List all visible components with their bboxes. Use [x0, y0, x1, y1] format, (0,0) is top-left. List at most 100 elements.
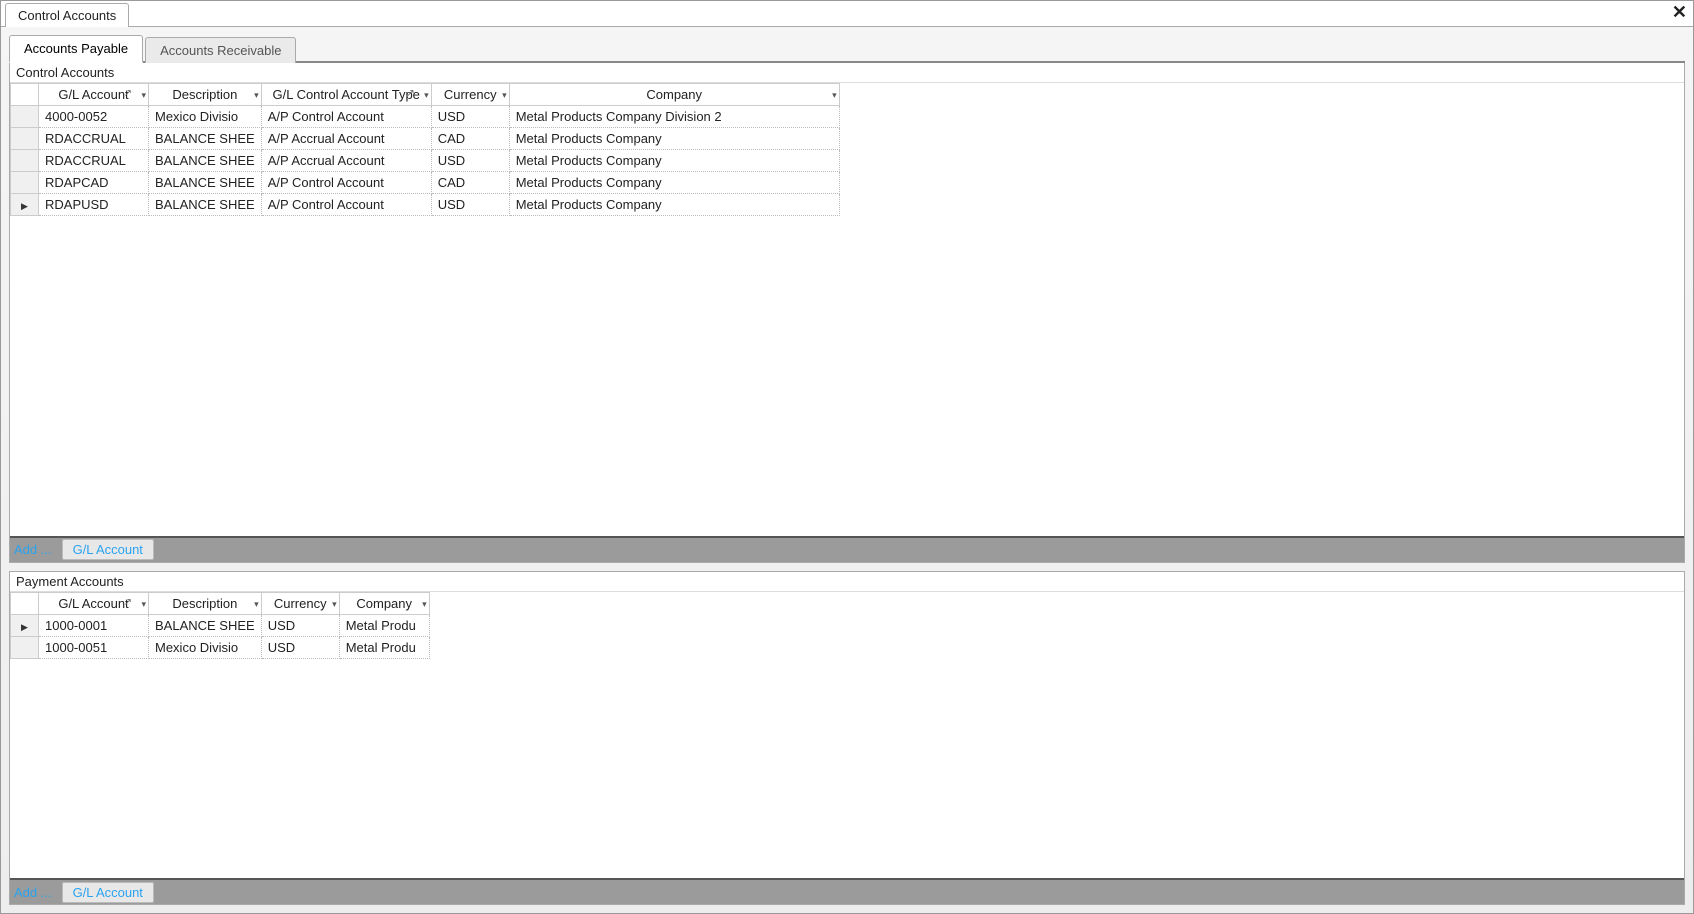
column-header[interactable]: Company ▾ — [509, 84, 839, 106]
table-row[interactable]: RDAPUSDBALANCE SHEEA/P Control AccountUS… — [11, 194, 840, 216]
cell[interactable]: BALANCE SHEE — [149, 194, 262, 216]
row-selector-header — [11, 84, 39, 106]
column-header-label: Description — [172, 596, 237, 611]
cell[interactable]: Metal Produ — [339, 636, 429, 658]
control-accounts-grid-wrap[interactable]: G/L Account↗▾Description▾G/L Control Acc… — [10, 83, 1684, 536]
column-header[interactable]: Currency▾ — [431, 84, 509, 106]
cell[interactable]: 4000-0052 — [39, 106, 149, 128]
cell[interactable]: RDAPCAD — [39, 172, 149, 194]
close-icon[interactable]: ✕ — [1672, 3, 1687, 21]
filter-dropdown-icon[interactable]: ▾ — [832, 90, 837, 101]
sort-indicator-icon: ↗ — [406, 88, 414, 99]
table-row[interactable]: RDAPCADBALANCE SHEEA/P Control AccountCA… — [11, 172, 840, 194]
cell[interactable]: USD — [431, 194, 509, 216]
column-header-label: Company — [356, 596, 412, 611]
tab-accounts-receivable[interactable]: Accounts Receivable — [145, 37, 296, 63]
filter-dropdown-icon[interactable]: ▾ — [332, 599, 337, 610]
column-header-label: Description — [172, 87, 237, 102]
column-header[interactable]: G/L Account↗ ▾ — [39, 592, 149, 614]
filter-dropdown-icon[interactable]: ▾ — [141, 90, 146, 101]
tab-label: Accounts Payable — [24, 41, 128, 56]
row-selector[interactable] — [11, 614, 39, 636]
column-header[interactable]: G/L Control Account Type↗▾ — [261, 84, 431, 106]
cell[interactable]: Metal Products Company — [509, 150, 839, 172]
payment-accounts-footer: Add ... G/L Account — [10, 878, 1684, 904]
cell[interactable]: BALANCE SHEE — [149, 172, 262, 194]
cell[interactable]: BALANCE SHEE — [149, 128, 262, 150]
row-selector[interactable] — [11, 194, 39, 216]
cell[interactable]: A/P Accrual Account — [261, 128, 431, 150]
cell[interactable]: USD — [261, 614, 339, 636]
cell[interactable]: Metal Produ — [339, 614, 429, 636]
column-header[interactable]: Company ▾ — [339, 592, 429, 614]
cell[interactable]: RDACCRUAL — [39, 128, 149, 150]
cell[interactable]: 1000-0051 — [39, 636, 149, 658]
control-accounts-grid: G/L Account↗▾Description▾G/L Control Acc… — [10, 83, 840, 216]
column-header[interactable]: Description ▾ — [149, 592, 262, 614]
row-selector[interactable] — [11, 128, 39, 150]
tab-label: Accounts Receivable — [160, 43, 281, 58]
payment-accounts-grid-wrap[interactable]: G/L Account↗▾Description▾Currency▾Compan… — [10, 592, 1684, 878]
filter-dropdown-icon[interactable]: ▾ — [424, 90, 429, 101]
cell[interactable]: A/P Accrual Account — [261, 150, 431, 172]
cell[interactable]: A/P Control Account — [261, 194, 431, 216]
cell[interactable]: BALANCE SHEE — [149, 614, 262, 636]
outer-tab-strip: Control Accounts ✕ — [1, 1, 1693, 27]
filter-dropdown-icon[interactable]: ▾ — [254, 599, 259, 610]
cell[interactable]: CAD — [431, 128, 509, 150]
cell[interactable]: 1000-0001 — [39, 614, 149, 636]
payment-accounts-grid: G/L Account↗▾Description▾Currency▾Compan… — [10, 592, 430, 659]
row-selector[interactable] — [11, 636, 39, 658]
control-accounts-window: Control Accounts ✕ Accounts Payable Acco… — [0, 0, 1694, 914]
cell[interactable]: USD — [261, 636, 339, 658]
gl-account-button[interactable]: G/L Account — [62, 539, 154, 560]
add-button[interactable]: Add ... — [14, 885, 52, 900]
gl-account-button[interactable]: G/L Account — [62, 882, 154, 903]
filter-dropdown-icon[interactable]: ▾ — [502, 90, 507, 101]
cell[interactable]: BALANCE SHEE — [149, 150, 262, 172]
filter-dropdown-icon[interactable]: ▾ — [254, 90, 259, 101]
table-row[interactable]: 4000-0052Mexico DivisioA/P Control Accou… — [11, 106, 840, 128]
outer-tab-control-accounts[interactable]: Control Accounts — [5, 3, 129, 27]
row-selector-header — [11, 592, 39, 614]
panel-title: Control Accounts — [10, 63, 1684, 83]
column-header-label: G/L Account — [58, 87, 128, 102]
column-header-label: Currency — [274, 596, 327, 611]
tab-accounts-payable[interactable]: Accounts Payable — [9, 35, 143, 63]
cell[interactable]: A/P Control Account — [261, 106, 431, 128]
cell[interactable]: RDACCRUAL — [39, 150, 149, 172]
sort-indicator-icon: ↗ — [124, 597, 132, 608]
row-selector[interactable] — [11, 172, 39, 194]
cell[interactable]: Metal Products Company — [509, 172, 839, 194]
table-row[interactable]: RDACCRUALBALANCE SHEEA/P Accrual Account… — [11, 150, 840, 172]
filter-dropdown-icon[interactable]: ▾ — [422, 599, 427, 610]
filter-dropdown-icon[interactable]: ▾ — [141, 599, 146, 610]
column-header-label: G/L Account — [58, 596, 128, 611]
row-selector[interactable] — [11, 106, 39, 128]
cell[interactable]: Metal Products Company Division 2 — [509, 106, 839, 128]
column-header[interactable]: Description ▾ — [149, 84, 262, 106]
column-header-label: Company — [646, 87, 702, 102]
cell[interactable]: RDAPUSD — [39, 194, 149, 216]
cell[interactable]: Metal Products Company — [509, 128, 839, 150]
table-row[interactable]: 1000-0051Mexico DivisioUSDMetal Produ — [11, 636, 430, 658]
outer-tab-label: Control Accounts — [18, 8, 116, 23]
row-selector[interactable] — [11, 150, 39, 172]
control-accounts-panel: Control Accounts G/L Account↗▾Descriptio… — [9, 63, 1685, 563]
cell[interactable]: Mexico Divisio — [149, 636, 262, 658]
cell[interactable]: USD — [431, 106, 509, 128]
inner-tab-strip: Accounts Payable Accounts Receivable — [9, 35, 1685, 63]
cell[interactable]: Mexico Divisio — [149, 106, 262, 128]
cell[interactable]: Metal Products Company — [509, 194, 839, 216]
column-header[interactable]: G/L Account↗▾ — [39, 84, 149, 106]
table-row[interactable]: 1000-0001BALANCE SHEEUSDMetal Produ — [11, 614, 430, 636]
column-header[interactable]: Currency ▾ — [261, 592, 339, 614]
table-row[interactable]: RDACCRUALBALANCE SHEEA/P Accrual Account… — [11, 128, 840, 150]
cell[interactable]: CAD — [431, 172, 509, 194]
payment-accounts-panel: Payment Accounts G/L Account↗▾Descriptio… — [9, 571, 1685, 905]
add-button[interactable]: Add ... — [14, 542, 52, 557]
cell[interactable]: A/P Control Account — [261, 172, 431, 194]
panel-title: Payment Accounts — [10, 572, 1684, 592]
tab-body: Accounts Payable Accounts Receivable Con… — [1, 27, 1693, 913]
cell[interactable]: USD — [431, 150, 509, 172]
